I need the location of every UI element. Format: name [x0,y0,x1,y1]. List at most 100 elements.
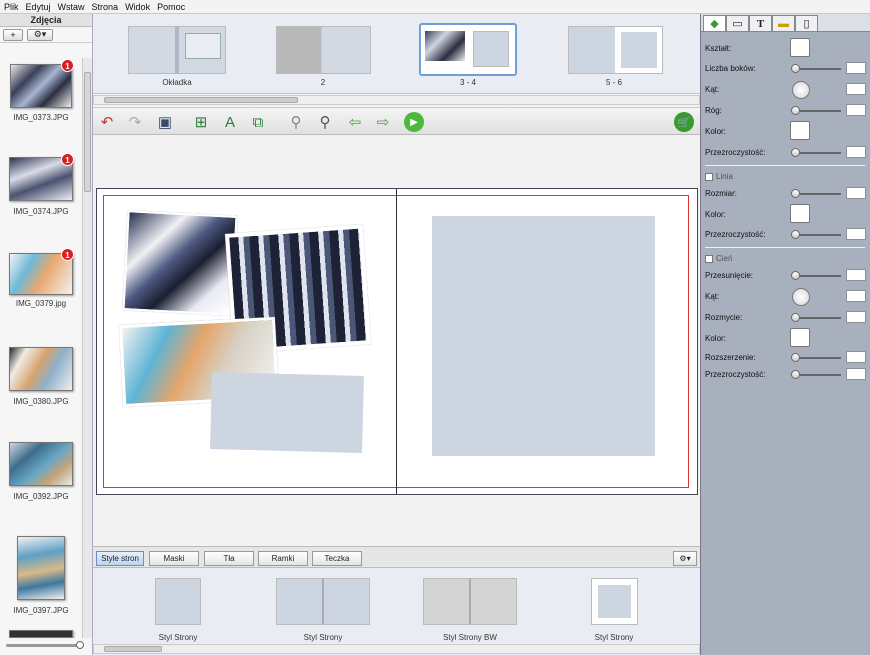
slider-knob[interactable] [791,313,800,322]
next-page-icon[interactable]: ⇨ [373,112,393,132]
add-text-icon[interactable]: A [220,112,240,132]
empty-photo-placeholder[interactable] [432,216,655,456]
line-checkbox[interactable] [705,172,713,181]
tab-folder[interactable]: Teczka [312,551,362,566]
thumbnail-size-slider[interactable] [6,641,84,649]
slider-knob[interactable] [791,353,800,362]
empty-photo-placeholder[interactable] [210,372,364,453]
blur-slider[interactable] [791,313,841,322]
shadow-opacity-slider[interactable] [791,370,841,379]
photo-thumbnail[interactable] [9,442,73,486]
corner-slider[interactable] [791,106,841,115]
spread-input[interactable] [846,351,866,363]
page-thumb-cover[interactable] [128,26,226,74]
zoom-out-icon[interactable]: ⚲ [286,112,306,132]
menu-page[interactable]: Strona [92,2,119,12]
pages-scrollbar[interactable] [93,95,700,105]
frame-tab[interactable]: ▭ [726,15,749,31]
spread-slider[interactable] [791,353,841,362]
photo-item[interactable]: IMG_0380.JPG [0,343,82,438]
slider-knob[interactable] [791,64,800,73]
shadow-angle-input[interactable] [846,290,866,302]
sides-slider[interactable] [791,64,841,73]
add-photo-frame-icon[interactable]: ⊞ [191,112,211,132]
shadow-opacity-input[interactable] [846,368,866,380]
blur-input[interactable] [846,311,866,323]
slider-knob[interactable] [791,230,800,239]
style-thumb[interactable] [423,578,517,625]
shape-picker[interactable] [790,38,810,57]
page-tab[interactable]: ▯ [795,15,818,31]
photo-item[interactable]: 1 IMG_0374.JPG [0,153,82,248]
menu-file[interactable]: Plik [4,2,19,12]
add-photo-button[interactable]: + [3,28,23,41]
fill-color-swatch[interactable] [790,121,810,140]
photo-item[interactable] [0,630,82,638]
line-opacity-slider[interactable] [791,230,841,239]
shadow-angle-dial[interactable] [792,288,810,306]
opacity-input[interactable] [846,146,866,158]
photo-thumbnail[interactable] [9,347,73,391]
photo-thumbnail[interactable] [9,630,73,638]
photo-item[interactable]: 1 IMG_0379.jpg [0,248,82,343]
photo-list-scrollbar[interactable] [82,58,92,638]
photo-item[interactable]: IMG_0397.JPG [0,533,82,633]
slider-knob[interactable] [791,148,800,157]
styles-scrollbar[interactable] [93,644,700,654]
menu-edit[interactable]: Edytuj [26,2,51,12]
shadow-checkbox[interactable] [705,254,713,263]
sides-input[interactable] [846,62,866,74]
tab-page-styles[interactable]: Style stron [96,551,144,566]
shadow-offset-input[interactable] [846,269,866,281]
slider-knob[interactable] [791,106,800,115]
photo-item[interactable]: 1 IMG_0373.JPG [0,58,82,153]
opacity-slider[interactable] [791,148,841,157]
page-thumb-5-6[interactable] [568,26,663,74]
angle-input[interactable] [846,83,866,95]
scrollbar-thumb[interactable] [104,97,298,103]
ruler-tab[interactable]: ▬ [772,15,795,31]
style-thumb[interactable] [155,578,201,625]
shadow-offset-slider[interactable] [791,271,841,280]
tab-frames[interactable]: Ramki [258,551,308,566]
menu-view[interactable]: Widok [125,2,150,12]
page-thumb-3-4-selected[interactable] [419,23,517,76]
line-color-swatch[interactable] [790,204,810,223]
line-toggle[interactable]: Linia [705,172,733,181]
shape-properties-tab[interactable]: ◆ [703,15,726,31]
line-size-input[interactable] [846,187,866,199]
scrollbar-thumb[interactable] [104,646,162,652]
style-thumb[interactable] [276,578,370,625]
play-preview-icon[interactable]: ▶ [404,112,424,132]
photo-options-button[interactable]: ⚙▾ [27,28,53,41]
tab-options-button[interactable]: ⚙▾ [673,551,697,566]
scrollbar-thumb[interactable] [84,72,91,192]
slider-knob[interactable] [791,370,800,379]
shadow-toggle[interactable]: Cień [705,254,732,263]
add-clipart-icon[interactable]: ⧉ [248,112,268,132]
text-tab[interactable]: T [749,15,772,31]
slider-knob[interactable] [76,641,84,649]
photo-item[interactable]: IMG_0392.JPG [0,438,82,533]
line-size-slider[interactable] [791,189,841,198]
undo-icon[interactable]: ↶ [97,112,117,132]
menu-help[interactable]: Pomoc [157,2,185,12]
photo-frame[interactable] [122,210,238,316]
zoom-in-icon[interactable]: ⚲ [315,112,335,132]
corner-input[interactable] [846,104,866,116]
tab-masks[interactable]: Maski [149,551,199,566]
previous-page-icon[interactable]: ⇦ [345,112,365,132]
cart-icon[interactable]: 🛒 [674,112,694,132]
style-thumb[interactable] [591,578,638,625]
photo-thumbnail[interactable] [17,536,65,600]
line-opacity-input[interactable] [846,228,866,240]
slider-knob[interactable] [791,271,800,280]
tab-backgrounds[interactable]: Tła [204,551,254,566]
angle-dial[interactable] [792,81,810,99]
shadow-color-swatch[interactable] [790,328,810,347]
redo-icon[interactable]: ↷ [125,112,145,132]
slider-knob[interactable] [791,189,800,198]
save-icon[interactable]: ▣ [155,112,175,132]
page-thumb-2[interactable] [276,26,371,74]
menu-insert[interactable]: Wstaw [58,2,85,12]
